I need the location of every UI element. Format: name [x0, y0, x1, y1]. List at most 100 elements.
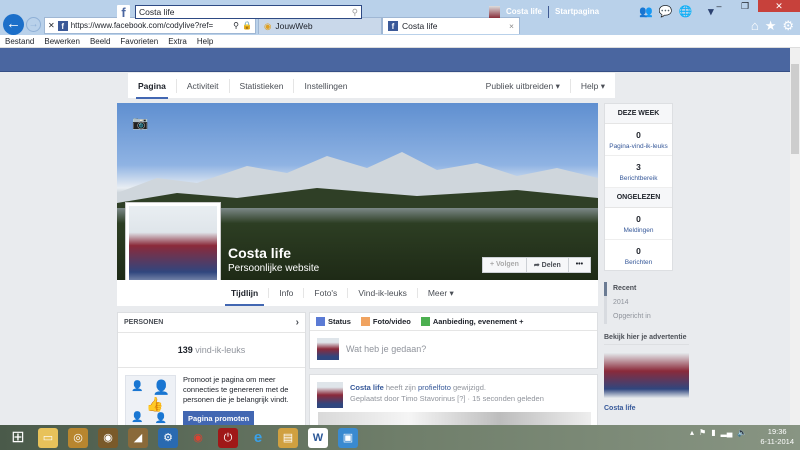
tab-costa-life[interactable]: f Costa life ×	[382, 17, 520, 34]
stat-messages[interactable]: 0 Berichten	[605, 240, 672, 272]
avatar[interactable]	[489, 5, 500, 18]
forward-button[interactable]: →	[26, 17, 41, 32]
speaker-app-icon[interactable]: ◉	[98, 427, 118, 448]
follow-button[interactable]: + Volgen	[483, 258, 527, 272]
menu-favorieten[interactable]: Favorieten	[120, 35, 158, 47]
likes-label: vind-ik-leuks	[195, 345, 246, 355]
nav-statistieken[interactable]: Statistieken	[230, 78, 295, 93]
post-author-link[interactable]: Costa life	[350, 383, 384, 392]
close-tab-icon[interactable]: ×	[509, 21, 514, 31]
stat-notifications[interactable]: 0 Meldingen	[605, 208, 672, 240]
app-icon[interactable]: ◎	[68, 427, 88, 448]
persons-card: PERSONEN › 139 vind-ik-leuks 👤 👤 👍 👤 👤 Promoo…	[117, 312, 306, 432]
chevron-right-icon[interactable]: ›	[296, 317, 299, 328]
address-bar[interactable]: ✕ f https://www.facebook.com/codylive?re…	[44, 17, 256, 34]
battery-icon[interactable]: ▮	[711, 428, 715, 437]
signal-icon[interactable]: ▂▄	[721, 428, 733, 437]
flag-icon[interactable]: ⚑	[699, 428, 706, 437]
clock[interactable]: 19:36 6-11-2014	[760, 427, 794, 447]
help-menu[interactable]: Help ▾	[571, 79, 615, 93]
thumbs-up-icon: 👍	[146, 396, 164, 412]
share-button[interactable]: ➦ Delen	[527, 258, 569, 272]
menu-beeld[interactable]: Beeld	[90, 35, 110, 47]
scrollbar-thumb[interactable]	[791, 64, 799, 154]
back-button[interactable]: ←	[3, 14, 24, 35]
tab-jouwweb[interactable]: ◉ JouwWeb	[258, 17, 382, 34]
timeline-founded[interactable]: Opgericht in	[604, 310, 651, 324]
search-icon[interactable]: ⚲	[233, 21, 239, 30]
friend-requests-icon[interactable]: 👥	[639, 5, 653, 18]
internet-explorer-icon[interactable]: e	[248, 428, 268, 448]
timeline-recent[interactable]: Recent	[604, 282, 651, 296]
menu-bestand[interactable]: Bestand	[5, 35, 34, 47]
tab-meer[interactable]: Meer ▾	[418, 288, 464, 299]
tab-label: Costa life	[402, 21, 438, 31]
likes-number: 139	[177, 345, 193, 355]
notifications-globe-icon[interactable]: 🌐	[678, 5, 692, 18]
ad-page-link[interactable]: Costa life	[604, 405, 636, 412]
composer: Status Foto/video Aanbieding, evenement …	[309, 312, 598, 369]
profile-photo-link[interactable]: profielfoto	[418, 383, 451, 392]
mountain-image	[117, 152, 598, 208]
chrome-icon[interactable]: ◉	[188, 428, 208, 448]
search-icon[interactable]: ⚲	[352, 7, 358, 17]
stat-post-reach[interactable]: 3 Berichtbereik	[605, 156, 672, 188]
menu-bewerken[interactable]: Bewerken	[44, 35, 80, 47]
persons-title: PERSONEN	[124, 319, 164, 326]
nav-activiteit[interactable]: Activiteit	[177, 78, 230, 93]
tab-fotos[interactable]: Foto's	[304, 288, 349, 298]
week-title: DEZE WEEK	[605, 104, 672, 124]
timeline-2014[interactable]: 2014	[604, 296, 651, 310]
nav-pagina[interactable]: Pagina	[128, 78, 177, 99]
stop-icon[interactable]: ✕	[48, 21, 55, 30]
tab-vind-ik-leuks[interactable]: Vind-ik-leuks	[348, 288, 418, 298]
file-explorer-icon[interactable]: ▭	[38, 427, 58, 448]
promote-page-button[interactable]: Pagina promoten	[183, 411, 255, 426]
offer-event-tab[interactable]: Aanbieding, evenement +	[420, 317, 524, 326]
tab-tijdlijn[interactable]: Tijdlijn	[221, 288, 270, 306]
close-window-button[interactable]: ✕	[758, 0, 800, 12]
stat-page-likes[interactable]: 0 Pagina-vind-ik-leuks	[605, 124, 672, 156]
start-windows-icon[interactable]: ⊞	[8, 428, 28, 448]
messages-icon[interactable]: 💬	[659, 5, 673, 18]
likes-count[interactable]: 139 vind-ik-leuks	[118, 333, 305, 368]
unread-title: ONGELEZEN	[605, 188, 672, 208]
page-name: Costa life	[228, 245, 292, 261]
favorites-star-icon[interactable]: ★	[765, 18, 777, 34]
gear-icon[interactable]: ⚙	[782, 18, 794, 34]
menu-help[interactable]: Help	[197, 35, 213, 47]
facebook-logo[interactable]: f	[117, 5, 130, 20]
search-value[interactable]: Costa life	[139, 7, 174, 17]
menu-extra[interactable]: Extra	[168, 35, 187, 47]
camera-icon[interactable]: 📷	[132, 115, 148, 131]
tray-chevron-icon[interactable]: ▴	[690, 428, 694, 437]
restore-button[interactable]: ❐	[732, 0, 758, 12]
chevron-down-icon[interactable]: ▾	[708, 5, 714, 18]
photo-icon	[360, 317, 370, 326]
nav-instellingen[interactable]: Instellingen	[294, 79, 357, 93]
chrome-icon: ◉	[264, 20, 272, 31]
profile-link[interactable]: Costa life	[506, 7, 542, 16]
home-link[interactable]: Startpagina	[555, 7, 599, 16]
profile-tabs: Tijdlijn Info Foto's Vind-ik-leuks Meer …	[117, 280, 598, 306]
more-button[interactable]: •••	[569, 258, 590, 272]
tab-info[interactable]: Info	[269, 288, 305, 298]
timeline-nav: Recent 2014 Opgericht in	[604, 282, 651, 324]
word-icon[interactable]: W	[308, 427, 328, 448]
photo-video-tab[interactable]: Foto/video	[360, 317, 411, 326]
avatar[interactable]	[317, 382, 343, 408]
status-input[interactable]: Wat heb je gedaan?	[346, 344, 426, 354]
app-icon[interactable]: ⚙	[158, 427, 178, 448]
search-input[interactable]: Costa life ⚲	[135, 5, 362, 19]
publiek-uitbreiden-menu[interactable]: Publiek uitbreiden ▾	[476, 78, 571, 93]
status-tab[interactable]: Status	[316, 317, 351, 326]
app-icon[interactable]: ▤	[278, 427, 298, 448]
page-category: Persoonlijke website	[228, 263, 320, 274]
home-icon[interactable]: ⌂	[751, 18, 759, 34]
power-app-icon[interactable]: ⏻	[218, 427, 238, 448]
volume-icon[interactable]: 🔈	[737, 428, 747, 437]
url-text[interactable]: https://www.facebook.com/codylive?ref=	[71, 21, 230, 30]
ad-image[interactable]	[604, 353, 689, 398]
photos-icon[interactable]: ▣	[338, 427, 358, 448]
app-icon[interactable]: ◢	[128, 427, 148, 448]
